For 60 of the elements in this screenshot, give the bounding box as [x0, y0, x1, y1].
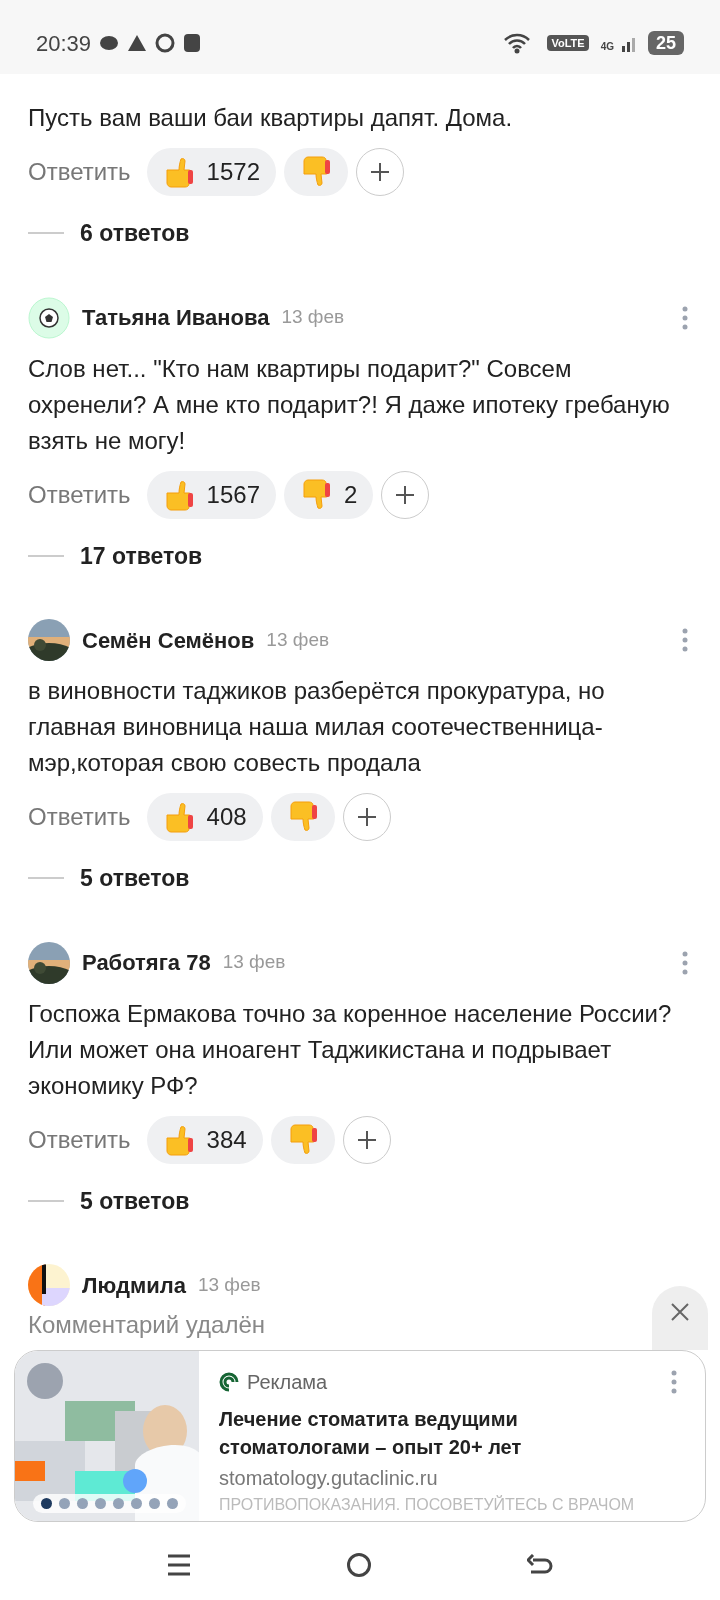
network-type: 4G [600, 40, 614, 54]
ad-card[interactable]: Реклама Лечение стоматита ведущими стоматологами – опыт 20+ лет stomatology.gutaclinic.ru ПРОТИВОПОКАЗАНИЯ. ПОСОВЕТУЙТЕСЬ С ВРАЧОМ [14, 1350, 706, 1522]
replies-toggle[interactable]: 17 ответов [80, 538, 203, 573]
replies-toggle[interactable]: 6 ответов [80, 216, 190, 251]
deleted-comment-note: Комментарий удалён [28, 1310, 265, 1340]
like-button[interactable]: 1567 [146, 470, 276, 519]
thumbs-down-icon [300, 478, 332, 511]
back-icon[interactable] [526, 1554, 553, 1576]
plus-icon [395, 484, 416, 505]
avatar [28, 1264, 70, 1306]
reply-button[interactable]: Ответить [28, 476, 131, 513]
like-button[interactable]: 408 [146, 793, 263, 841]
ad-label: Реклама [247, 1370, 328, 1395]
reply-button[interactable]: Ответить [28, 154, 131, 190]
soccer-ball-avatar [28, 296, 70, 339]
comment-text: в виновности таджиков разберётся прокуратура, но главная виновница наша милая соотечественница-мэр,которая свою совесть продала [28, 676, 606, 778]
menu-icon[interactable] [167, 1554, 192, 1576]
comment-text: Пусть вам ваши баи квартиры дапят. Дома. [28, 103, 514, 133]
plus-icon [370, 162, 390, 182]
clock: 20:39 [36, 29, 92, 58]
reply-button[interactable]: Ответить [28, 1121, 131, 1158]
comment-date: 13 фев [281, 305, 345, 330]
like-button[interactable]: 1572 [146, 148, 276, 196]
ad-title[interactable]: Лечение стоматита ведущими стоматологами – опыт 20+ лет [219, 1405, 579, 1461]
dislike-button[interactable]: 2 [284, 470, 374, 519]
ad-domain[interactable]: stomatology.gutaclinic.ru [219, 1463, 681, 1493]
author-name[interactable]: Работяга 78 [82, 946, 211, 979]
comment-text: Слов нет... "Кто нам квартиры подарит?" Совсем охренели? А мне кто подарит?! Я даже ипотеку гребаную взять не могу! [28, 353, 671, 456]
wifi-icon [503, 32, 532, 54]
thumbs-down-icon [300, 156, 332, 188]
reply-button[interactable]: Ответить [28, 799, 131, 835]
like-button[interactable]: 384 [146, 1115, 263, 1164]
more-options-icon[interactable] [671, 1370, 677, 1394]
ad-disclaimer: ПРОТИВОПОКАЗАНИЯ. ПОСОВЕТУЙТЕСЬ С ВРАЧОМ [219, 1494, 636, 1515]
author-name[interactable]: Семён Семёнов [82, 623, 255, 657]
more-options-icon[interactable] [682, 628, 688, 652]
battery-indicator: 25 [647, 31, 684, 55]
dislike-button[interactable] [270, 1115, 335, 1164]
comment-date: 13 фев [222, 950, 286, 975]
warning-icon [127, 34, 148, 52]
home-icon[interactable] [346, 1552, 372, 1578]
plus-icon [356, 1129, 377, 1150]
comment-date: 13 фев [197, 1272, 261, 1297]
more-options-icon[interactable] [682, 950, 688, 975]
volte-badge: VoLTE [547, 34, 589, 52]
spiral-logo-icon [219, 1372, 239, 1392]
add-reaction-button[interactable] [342, 793, 391, 841]
message-circle-icon [155, 33, 176, 53]
comment-date: 13 фев [266, 627, 330, 652]
plus-icon [356, 807, 377, 827]
replies-toggle[interactable]: 5 ответов [80, 1183, 190, 1218]
dislike-button[interactable] [270, 793, 335, 841]
dislike-button[interactable] [284, 148, 348, 196]
comment-text: Госпожа Ермакова точно за коренное население России? Или может она иноагент Таджикистана и подрывает экономику РФ? [28, 998, 673, 1101]
author-name[interactable]: Татьяна Иванова [82, 301, 270, 334]
close-ad-button[interactable] [652, 1286, 708, 1350]
more-options-icon[interactable] [682, 305, 688, 330]
close-icon [670, 1302, 690, 1322]
author-name[interactable]: Людмила [82, 1268, 186, 1302]
replies-toggle[interactable]: 5 ответов [80, 861, 190, 896]
